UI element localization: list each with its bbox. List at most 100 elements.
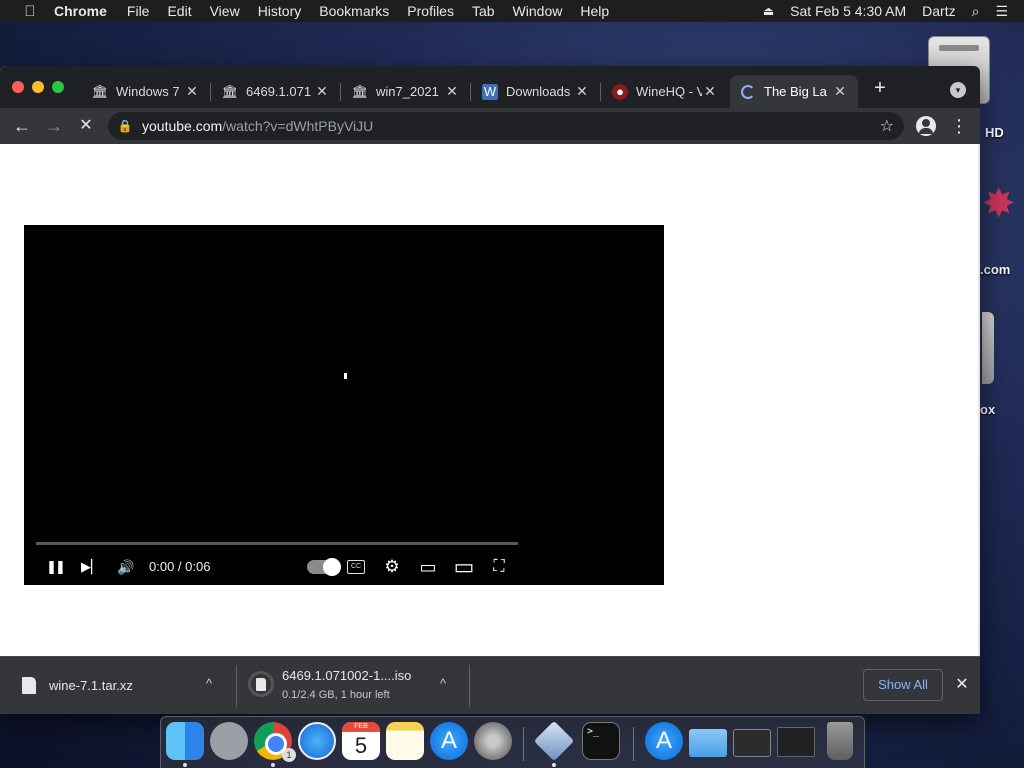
download-options-chevron-icon[interactable]: ^ xyxy=(440,676,446,691)
profile-avatar-icon[interactable] xyxy=(916,116,936,136)
desktop-label-hd[interactable]: HD xyxy=(985,125,1004,140)
tab-downloads[interactable]: W Downloads ✕ xyxy=(472,75,601,108)
autoplay-toggle[interactable] xyxy=(307,558,341,576)
control-center-icon[interactable]: ☰ xyxy=(995,3,1008,20)
downloads-stack-icon[interactable] xyxy=(733,729,771,757)
tab-title: 6469.1.071 xyxy=(246,84,312,99)
tab-title: WineHQ - V xyxy=(636,84,702,99)
virtualbox-icon[interactable] xyxy=(533,720,575,762)
tab-winehq[interactable]: ● WineHQ - V ✕ xyxy=(602,75,728,108)
miniplayer-icon[interactable]: ▭ xyxy=(417,557,439,577)
lock-icon[interactable]: 🔒 xyxy=(108,119,142,133)
settings-gear-icon[interactable]: ⚙ xyxy=(381,557,403,577)
back-button[interactable]: ← xyxy=(10,114,34,138)
browser-toolbar: ← → ✕ 🔒 youtube.com/watch?v=dWhtPByViJU … xyxy=(0,108,980,144)
tab-close-icon[interactable]: ✕ xyxy=(832,83,848,100)
calendar-month: FEB xyxy=(342,722,380,732)
menu-view[interactable]: View xyxy=(210,3,240,19)
chrome-window: 🏛 Windows 7 ✕ 🏛 6469.1.071 ✕ 🏛 win7_2021… xyxy=(0,66,980,714)
tab-close-icon[interactable]: ✕ xyxy=(314,83,330,100)
download-progress-ring-icon xyxy=(248,671,274,697)
applications-folder-icon[interactable] xyxy=(689,729,727,757)
minimized-window-icon[interactable] xyxy=(777,727,815,757)
menu-profiles[interactable]: Profiles xyxy=(407,3,454,19)
spotlight-icon[interactable]: ⌕ xyxy=(972,3,980,20)
url-host: youtube.com xyxy=(142,118,223,134)
download-status: 0.1/2.4 GB, 1 hour left xyxy=(282,689,390,701)
tab-close-icon[interactable]: ✕ xyxy=(702,83,718,100)
pause-icon[interactable]: ❚❚ xyxy=(44,557,66,577)
fullscreen-icon[interactable]: ⛶ xyxy=(488,557,510,577)
menu-bar-status: ⏏ Sat Feb 5 4:30 AM Dartz ⌕ ☰ xyxy=(763,0,1024,22)
show-all-button[interactable]: Show All xyxy=(863,669,943,701)
close-shelf-icon[interactable]: ✕ xyxy=(952,675,972,695)
eject-icon[interactable]: ⏏ xyxy=(763,4,774,18)
tab-the-big-la[interactable]: The Big La ✕ xyxy=(730,75,858,108)
downloads-icon: W xyxy=(482,83,498,100)
desktop-label-com[interactable]: .com xyxy=(980,262,1010,277)
app-store-download-icon[interactable]: A xyxy=(645,722,683,760)
tab-search-button[interactable]: ▾ xyxy=(950,82,966,98)
tab-separator xyxy=(470,83,471,101)
bookmark-star-icon[interactable]: ☆ xyxy=(880,116,894,136)
window-minimize-button[interactable] xyxy=(32,81,44,93)
system-preferences-icon[interactable] xyxy=(474,722,512,760)
video-time: 0:00 / 0:06 xyxy=(149,559,211,574)
theater-mode-icon[interactable]: ▭ xyxy=(452,556,476,578)
chrome-badge: 1 xyxy=(282,748,296,762)
download-filename: 6469.1.071002-1....iso xyxy=(282,668,412,683)
captions-icon[interactable]: CC xyxy=(347,560,365,574)
menu-edit[interactable]: Edit xyxy=(167,3,191,19)
menu-history[interactable]: History xyxy=(258,3,302,19)
window-close-button[interactable] xyxy=(12,81,24,93)
running-indicator xyxy=(552,763,556,767)
menu-tab[interactable]: Tab xyxy=(472,3,495,19)
new-tab-button[interactable]: + xyxy=(870,78,890,98)
next-video-icon[interactable]: ▶▏ xyxy=(80,557,102,577)
tab-close-icon[interactable]: ✕ xyxy=(444,83,460,100)
window-zoom-button[interactable] xyxy=(52,81,64,93)
tab-win7[interactable]: 🏛 win7_2021 ✕ xyxy=(342,75,471,108)
menu-app-chrome[interactable]: Chrome xyxy=(54,3,107,19)
safari-icon[interactable] xyxy=(298,722,336,760)
desktop-app-icon[interactable]: ✸ xyxy=(982,176,1016,232)
page-scrollbar[interactable] xyxy=(978,144,980,656)
tab-close-icon[interactable]: ✕ xyxy=(184,83,200,100)
forward-button[interactable]: → xyxy=(42,114,66,138)
apple-icon[interactable]:  xyxy=(20,3,40,20)
trash-icon[interactable] xyxy=(827,722,853,760)
tab-strip: 🏛 Windows 7 ✕ 🏛 6469.1.071 ✕ 🏛 win7_2021… xyxy=(0,66,980,108)
tab-separator xyxy=(210,83,211,101)
clock[interactable]: Sat Feb 5 4:30 AM xyxy=(790,3,906,19)
launchpad-icon[interactable] xyxy=(210,722,248,760)
stop-loading-button[interactable]: ✕ xyxy=(74,114,98,138)
tab-close-icon[interactable]: ✕ xyxy=(574,83,590,100)
user-name[interactable]: Dartz xyxy=(922,3,955,19)
chrome-icon[interactable]: 1 xyxy=(254,722,296,762)
menu-window[interactable]: Window xyxy=(513,3,563,19)
tab-title: Downloads xyxy=(506,84,571,99)
tab-6469[interactable]: 🏛 6469.1.071 ✕ xyxy=(212,75,341,108)
video-player[interactable]: ❚❚ ▶▏ 🔊 0:00 / 0:06 CC ⚙ ▭ ▭ ⛶ xyxy=(24,225,664,585)
volume-icon[interactable]: 🔊 xyxy=(115,557,137,577)
video-progress-bar[interactable] xyxy=(36,542,518,545)
desktop-label-ox[interactable]: ox xyxy=(980,402,995,417)
calendar-icon[interactable]: FEB 5 xyxy=(342,722,380,760)
menu-help[interactable]: Help xyxy=(580,3,609,19)
app-store-icon[interactable]: A xyxy=(430,722,468,760)
chrome-menu-icon[interactable]: ⋮ xyxy=(950,114,968,138)
notes-icon[interactable] xyxy=(386,722,424,760)
loading-icon xyxy=(740,84,756,100)
address-bar[interactable]: 🔒 youtube.com/watch?v=dWhtPByViJU ☆ xyxy=(108,112,904,140)
desktop-disk-icon[interactable] xyxy=(982,312,994,384)
tab-separator xyxy=(600,83,601,101)
terminal-icon[interactable]: >_ xyxy=(582,722,620,760)
download-options-chevron-icon[interactable]: ^ xyxy=(206,676,212,691)
tab-windows7[interactable]: 🏛 Windows 7 ✕ xyxy=(82,75,211,108)
download-item-wine[interactable]: wine-7.1.tar.xz ^ xyxy=(0,657,236,714)
download-item-iso[interactable]: 6469.1.071002-1....iso 0.1/2.4 GB, 1 hou… xyxy=(237,657,469,714)
finder-icon[interactable] xyxy=(166,722,204,760)
menu-file[interactable]: File xyxy=(127,3,150,19)
menu-bookmarks[interactable]: Bookmarks xyxy=(319,3,389,19)
museum-icon: 🏛 xyxy=(91,83,109,99)
